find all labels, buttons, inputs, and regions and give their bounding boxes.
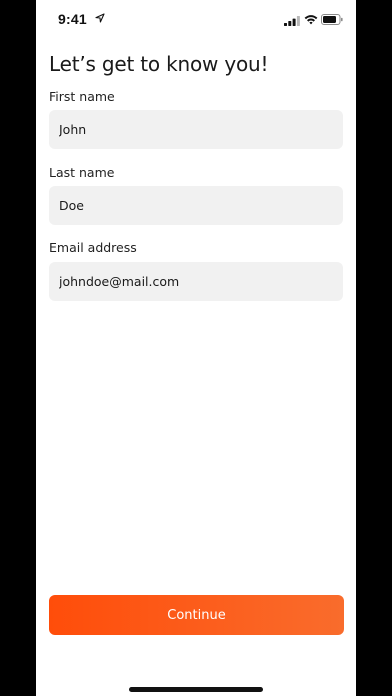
first-name-field[interactable] (49, 110, 343, 149)
status-bar: 9:41 (36, 0, 356, 40)
email-field[interactable] (49, 262, 343, 301)
wifi-icon (304, 15, 318, 25)
continue-button[interactable]: Continue (49, 595, 344, 635)
location-arrow-icon (95, 13, 105, 23)
last-name-label: Last name (49, 165, 115, 180)
email-address-label: Email address (49, 240, 137, 255)
phone-screen: 9:41 Let’s get to know you! First name L… (36, 0, 356, 696)
page-title: Let’s get to know you! (49, 52, 269, 76)
first-name-label: First name (49, 89, 115, 104)
cellular-signal-icon (284, 16, 300, 26)
status-time: 9:41 (58, 11, 87, 27)
home-indicator[interactable] (129, 687, 263, 692)
last-name-field[interactable] (49, 186, 343, 225)
battery-icon (321, 14, 343, 25)
